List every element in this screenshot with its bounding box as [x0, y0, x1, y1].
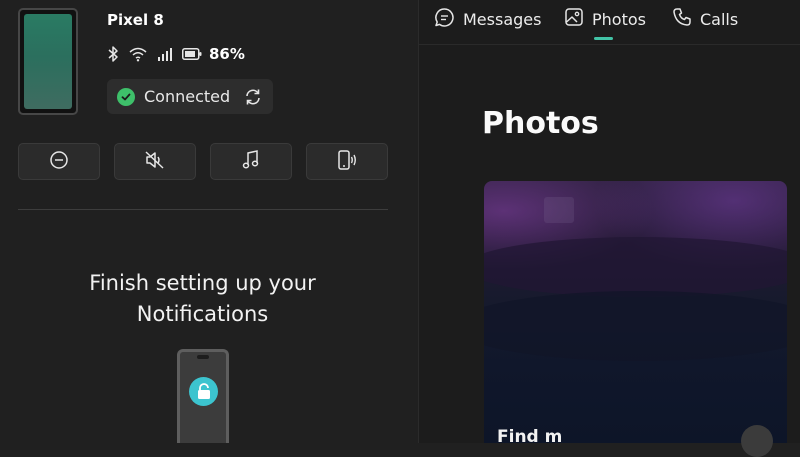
- refresh-icon[interactable]: [243, 87, 263, 111]
- photo-shade: [484, 291, 787, 361]
- setup-title-line1: Finish setting up your: [89, 271, 316, 295]
- device-name: Pixel 8: [107, 11, 164, 29]
- battery-icon: [182, 48, 202, 60]
- tab-selected-indicator: [594, 37, 613, 40]
- cellular-signal-icon: [157, 47, 173, 61]
- do-not-disturb-icon: [49, 150, 69, 174]
- page-title: Photos: [482, 106, 599, 141]
- ring-phone-button[interactable]: [306, 143, 388, 180]
- phone-icon: [672, 7, 692, 31]
- recent-photo[interactable]: [484, 181, 787, 443]
- connection-label: Connected: [144, 87, 231, 106]
- phone-ring-icon: [336, 149, 358, 175]
- connection-status: Connected: [107, 79, 273, 114]
- photo-action-button[interactable]: [741, 425, 773, 457]
- do-not-disturb-button[interactable]: [18, 143, 100, 180]
- photo-detail: [544, 197, 574, 223]
- tab-messages[interactable]: Messages: [434, 7, 541, 31]
- connected-check-icon: [117, 87, 135, 106]
- battery-percentage: 86%: [209, 45, 245, 63]
- device-screen: [24, 14, 72, 109]
- tab-messages-label: Messages: [463, 9, 542, 29]
- lock-icon: [189, 377, 218, 406]
- device-status-row: 86%: [107, 44, 245, 64]
- bluetooth-icon: [107, 45, 119, 63]
- tab-photos-label: Photos: [592, 9, 646, 29]
- photo-shade: [484, 237, 787, 297]
- tab-photos[interactable]: Photos: [564, 7, 646, 31]
- phone-illustration: [177, 349, 229, 443]
- setup-notifications-title: Finish setting up your Notifications: [0, 268, 405, 330]
- music-note-icon: [242, 149, 260, 174]
- photo-icon: [564, 7, 584, 31]
- mute-button[interactable]: [114, 143, 196, 180]
- tabs-divider: [419, 44, 800, 45]
- photo-card-label: Find m: [497, 427, 563, 447]
- tab-calls[interactable]: Calls: [672, 7, 738, 31]
- section-divider: [18, 209, 388, 210]
- chat-bubble-icon: [434, 7, 455, 32]
- phone-notch: [197, 355, 209, 359]
- device-thumbnail: [18, 8, 78, 115]
- media-button[interactable]: [210, 143, 292, 180]
- tab-calls-label: Calls: [700, 9, 739, 29]
- mute-icon: [144, 150, 166, 174]
- wifi-icon: [128, 46, 148, 62]
- setup-title-line2: Notifications: [136, 302, 269, 326]
